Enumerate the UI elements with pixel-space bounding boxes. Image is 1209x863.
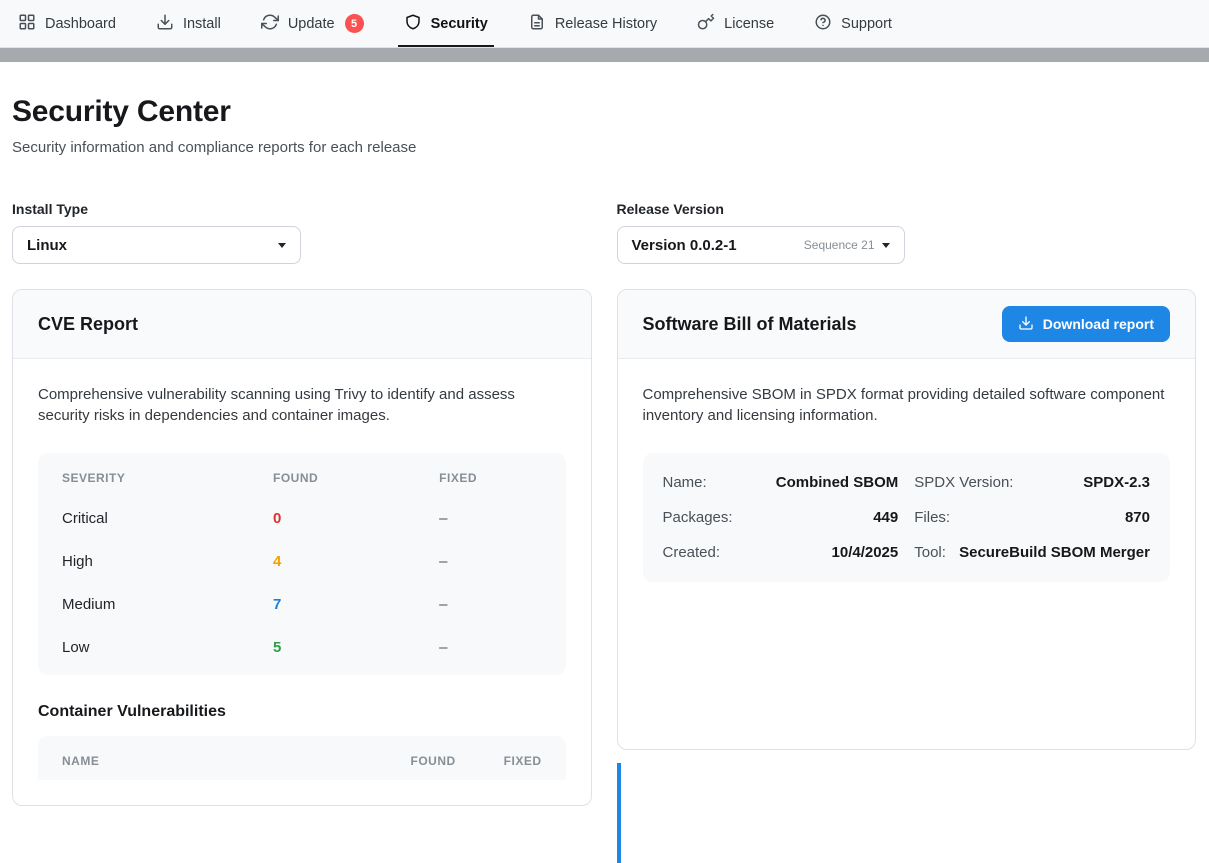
info-callout	[617, 763, 1197, 863]
sbom-card-header: Software Bill of Materials Download repo…	[618, 290, 1196, 359]
severity-row-critical: Critical 0 –	[38, 497, 566, 540]
right-column: Software Bill of Materials Download repo…	[617, 289, 1197, 863]
severity-fixed: –	[415, 540, 565, 583]
severity-table: SEVERITY FOUND FIXED Critical 0 –	[38, 453, 566, 675]
cards-grid: CVE Report Comprehensive vulnerability s…	[12, 289, 1196, 863]
severity-row-low: Low 5 –	[38, 626, 566, 669]
filters-row: Install Type Linux Release Version Versi…	[12, 201, 1196, 264]
severity-name: Medium	[38, 583, 249, 626]
severity-name: High	[38, 540, 249, 583]
sbom-detail-spdx-version: SPDX Version: SPDX-2.3	[914, 465, 1150, 500]
sbom-card: Software Bill of Materials Download repo…	[617, 289, 1197, 750]
main-content: Security Center Security information and…	[0, 62, 1209, 863]
install-type-label: Install Type	[12, 201, 592, 217]
cve-card-title: CVE Report	[38, 314, 138, 335]
nav-label: Update	[288, 16, 335, 32]
nav-label: License	[724, 16, 774, 32]
nav-item-security[interactable]: Security	[404, 0, 488, 47]
top-navigation: Dashboard Install Update 5 Security Rele…	[0, 0, 1209, 48]
severity-found: 4	[249, 540, 415, 583]
release-version-value: Version 0.0.2-1	[632, 237, 737, 254]
nav-label: Support	[841, 16, 892, 32]
sbom-detail-packages: Packages: 449	[663, 500, 899, 535]
update-count-badge: 5	[345, 14, 364, 33]
sequence-label: Sequence 21	[804, 238, 875, 252]
download-icon	[1018, 315, 1034, 334]
shield-icon	[404, 13, 422, 35]
sbom-details-panel: Name: Combined SBOM SPDX Version: SPDX-2…	[643, 453, 1171, 582]
key-icon	[697, 13, 715, 35]
nav-item-license[interactable]: License	[697, 0, 774, 47]
severity-fixed: –	[415, 497, 565, 540]
nav-item-support[interactable]: Support	[814, 0, 892, 47]
severity-row-medium: Medium 7 –	[38, 583, 566, 626]
nav-item-dashboard[interactable]: Dashboard	[18, 0, 116, 47]
severity-name: Low	[38, 626, 249, 669]
install-type-select[interactable]: Linux	[12, 226, 301, 264]
install-type-value: Linux	[27, 237, 67, 254]
release-version-filter: Release Version Version 0.0.2-1 Sequence…	[617, 201, 1197, 264]
severity-found: 5	[249, 626, 415, 669]
chevron-down-icon	[278, 243, 286, 248]
container-vulnerabilities-table: NAME FOUND FIXED	[38, 736, 566, 780]
sbom-detail-created: Created: 10/4/2025	[663, 535, 899, 570]
download-icon	[156, 13, 174, 35]
download-report-button[interactable]: Download report	[1002, 306, 1170, 342]
container-vulnerabilities-title: Container Vulnerabilities	[38, 703, 566, 721]
severity-found: 0	[249, 497, 415, 540]
sbom-detail-name: Name: Combined SBOM	[663, 465, 899, 500]
sbom-detail-files: Files: 870	[914, 500, 1150, 535]
grid-icon	[18, 13, 36, 35]
page-title: Security Center	[12, 95, 1196, 129]
found-header: FOUND	[249, 457, 415, 497]
nav-label: Release History	[555, 16, 657, 32]
release-version-select[interactable]: Version 0.0.2-1 Sequence 21	[617, 226, 905, 264]
download-report-label: Download report	[1043, 316, 1154, 332]
severity-name: Critical	[38, 497, 249, 540]
severity-found: 7	[249, 583, 415, 626]
nav-item-update[interactable]: Update 5	[261, 0, 364, 47]
refresh-icon	[261, 13, 279, 35]
sbom-card-title: Software Bill of Materials	[643, 314, 857, 335]
help-icon	[814, 13, 832, 35]
name-header: NAME	[38, 740, 386, 780]
divider-band	[0, 48, 1209, 62]
document-icon	[528, 13, 546, 35]
nav-label: Dashboard	[45, 16, 116, 32]
nav-label: Install	[183, 16, 221, 32]
chevron-down-icon	[882, 243, 890, 248]
install-type-filter: Install Type Linux	[12, 201, 592, 264]
severity-fixed: –	[415, 626, 565, 669]
nav-item-release-history[interactable]: Release History	[528, 0, 657, 47]
fixed-header: FIXED	[480, 740, 566, 780]
sbom-description: Comprehensive SBOM in SPDX format provid…	[643, 384, 1171, 427]
release-version-label: Release Version	[617, 201, 1197, 217]
page-subtitle: Security information and compliance repo…	[12, 139, 1196, 156]
severity-header: SEVERITY	[38, 457, 249, 497]
cve-report-card: CVE Report Comprehensive vulnerability s…	[12, 289, 592, 806]
nav-item-install[interactable]: Install	[156, 0, 221, 47]
severity-row-high: High 4 –	[38, 540, 566, 583]
severity-fixed: –	[415, 583, 565, 626]
found-header: FOUND	[386, 740, 479, 780]
cve-card-header: CVE Report	[13, 290, 591, 359]
nav-label: Security	[431, 16, 488, 32]
fixed-header: FIXED	[415, 457, 565, 497]
sbom-detail-tool: Tool: SecureBuild SBOM Merger	[914, 535, 1150, 570]
cve-description: Comprehensive vulnerability scanning usi…	[38, 384, 566, 427]
